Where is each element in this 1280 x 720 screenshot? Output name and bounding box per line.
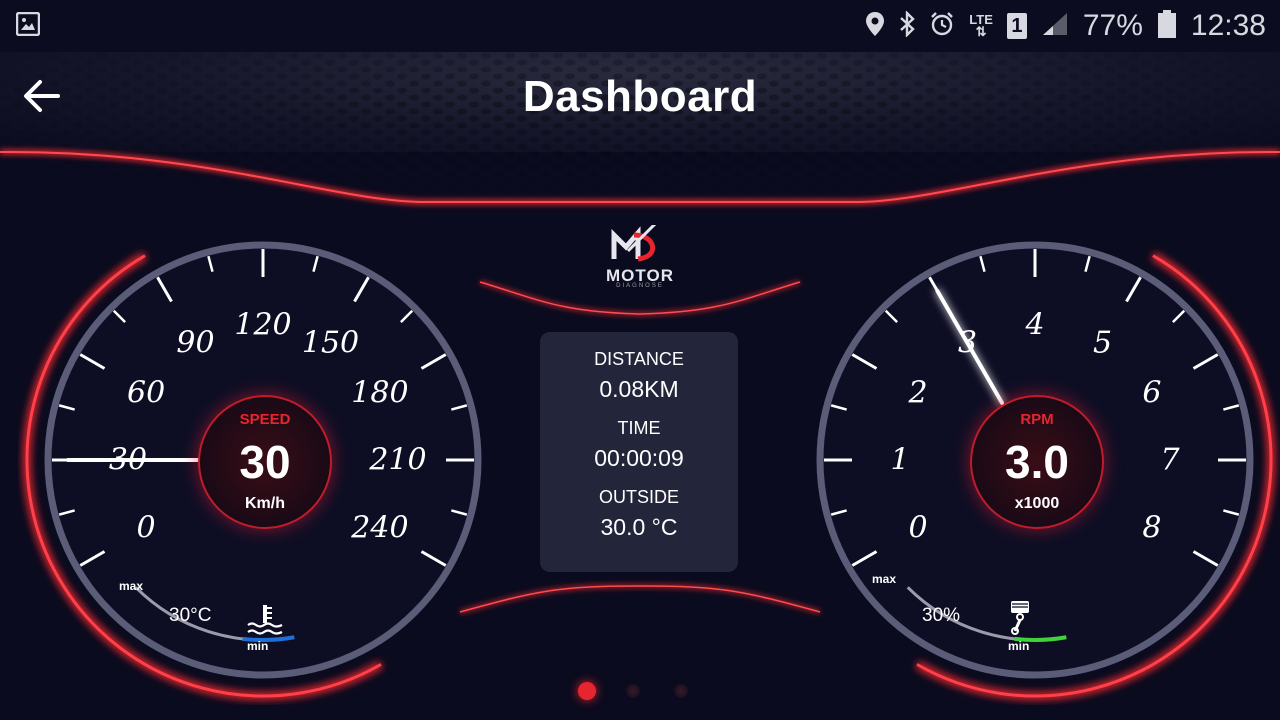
tick-label: 240 [351,510,409,545]
page-indicator [578,682,708,702]
tick-label: 120 [234,307,292,343]
tick-label: 2 [908,375,928,410]
trip-info-panel: DISTANCE 0.08KM TIME 00:00:09 OUTSIDE 30… [540,332,738,572]
rpm-gauge: RPM 3.0 x1000 max 30% min 0 1 23 4 56 7 8 [790,215,1280,705]
tick-label: 0 [136,510,156,545]
rpm-value: 3.0 [1005,436,1069,488]
speed-readout: SPEED 30 Km/h [198,395,332,529]
page-dot[interactable] [626,684,640,698]
tick-label: 60 [126,375,166,410]
time-value: 00:00:09 [594,445,684,471]
outside-temp-value: 30.0 °C [600,514,678,540]
logo-sub: DIAGNOSE [616,283,664,289]
distance-value: 0.08KM [599,376,679,402]
tick-label: 4 [1025,307,1045,343]
tick-label: 180 [351,375,409,410]
speed-value: 30 [239,436,291,488]
distance-label: DISTANCE [594,349,684,369]
tick-label: 210 [369,442,427,478]
tick-label: 150 [301,325,360,361]
page-title: Dashboard [522,72,758,121]
temp-max-label: max [119,579,144,593]
tick-label: 30 [108,442,148,478]
coolant-temp-value: 30°C [169,605,212,626]
engine-piston-icon [1011,601,1029,635]
rpm-readout: RPM 3.0 x1000 [970,395,1104,529]
tick-label: 0 [908,510,928,545]
page-dot[interactable] [674,684,688,698]
engine-load-value: 30% [922,605,961,626]
tick-label: 7 [1160,442,1180,478]
speed-unit: Km/h [245,495,285,512]
time-label: TIME [617,418,661,438]
tick-label: 90 [176,325,215,361]
speed-label: SPEED [239,411,291,428]
rpm-label: RPM [1020,411,1054,428]
rpm-unit: x1000 [1014,495,1060,512]
tick-label: 3 [957,325,978,361]
load-max-label: max [872,572,897,586]
tick-label: 8 [1142,510,1162,545]
outside-label: OUTSIDE [598,487,679,507]
coolant-temp-icon [247,605,283,635]
tick-label: 1 [890,442,910,478]
load-min-label: min [1008,639,1030,653]
tick-label: 6 [1142,375,1162,410]
page-dot[interactable] [578,682,596,700]
speed-gauge: SPEED 30 Km/h max 30°C min 0 30 60 90 120 150… [18,215,508,705]
tick-label: 5 [1092,325,1113,361]
temp-min-label: min [247,639,269,653]
